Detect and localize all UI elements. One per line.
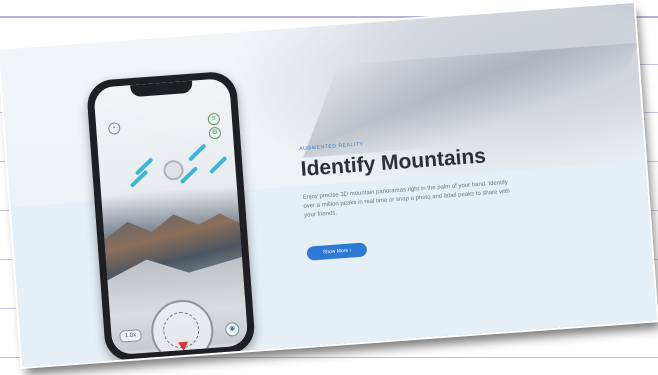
phone-notch — [130, 80, 193, 98]
home-icon[interactable]: • — [107, 122, 121, 135]
phone-screen: • ≡ ⚙ 1.0x ◉ — [93, 77, 249, 356]
promo-description: Enjoy precise 3D mountain panoramas righ… — [302, 179, 510, 219]
peak-label-marker[interactable] — [208, 155, 228, 175]
location-pin-icon[interactable] — [162, 159, 185, 181]
settings-icon[interactable]: ⚙ — [208, 126, 222, 140]
compass-needle-icon — [178, 341, 189, 352]
promo-copy: AUGMENTED REALITY Identify Mountains Enj… — [299, 128, 557, 261]
peak-label-marker[interactable] — [187, 143, 207, 162]
promo-card: • ≡ ⚙ 1.0x ◉ AUGMENTED REALITY Identify … — [0, 0, 658, 370]
phone-mockup: • ≡ ⚙ 1.0x ◉ — [85, 70, 257, 363]
zoom-button[interactable]: 1.0x — [119, 329, 142, 343]
layers-icon[interactable]: ≡ — [207, 112, 221, 126]
